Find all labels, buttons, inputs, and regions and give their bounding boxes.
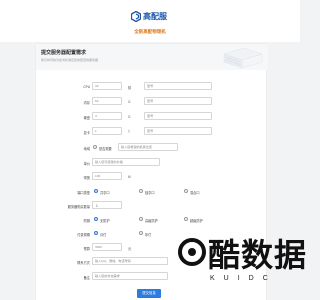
gpu-unit: T xyxy=(128,130,130,134)
brand-logo-icon xyxy=(131,11,141,22)
cpu-model-input[interactable]: 型号 xyxy=(144,82,212,90)
site-header: 高配服 全新高配物理机 xyxy=(0,0,300,42)
protection-option-advanced[interactable] xyxy=(139,217,143,221)
region-label: 地域 xyxy=(83,147,90,151)
gpu-label: 显卡 xyxy=(83,131,90,135)
bandwidth-unit: M xyxy=(128,175,131,179)
memory-unit: G xyxy=(128,100,131,104)
cpu-input[interactable]: 32 xyxy=(92,82,122,90)
count-value: 1 xyxy=(96,203,98,208)
cpu-unit: 核 xyxy=(128,86,132,90)
header-subtitle: 全新高配物理机 xyxy=(134,29,166,34)
disk-input[interactable]: 4 xyxy=(92,112,122,120)
duration-option-yearly-label: 年付 xyxy=(145,232,152,237)
disk-label: 硬盘 xyxy=(83,116,90,120)
disk-unit: G xyxy=(128,115,131,119)
brand-name: 高配服 xyxy=(143,12,167,21)
contact-label: 联系方式 xyxy=(77,261,90,265)
protection-label: 防御 xyxy=(83,219,90,223)
watermark-text: 酷数据 xyxy=(208,237,308,273)
gpu-model-input[interactable]: 型号 xyxy=(144,127,212,135)
card-header: 提交服务器配置需求 我们将尽快为您寻找满足您的配置的服务器 xyxy=(36,44,268,70)
port-type-option-shared-label: 共享口 xyxy=(100,190,110,195)
bandwidth-label: 带宽 xyxy=(83,176,90,180)
protection-row: 防御 无防护 高级防护 超级防护 xyxy=(36,215,268,225)
protection-option-none[interactable] xyxy=(94,217,98,221)
bandwidth-input[interactable]: 100 xyxy=(92,172,122,180)
cpu-label: CPU xyxy=(83,85,90,89)
region-row: 地域 是否需要 输入您希望的机房位置 xyxy=(36,143,268,153)
submit-button[interactable]: 提交信息 xyxy=(137,289,161,298)
price-input[interactable]: 输入您可接受的价格 xyxy=(92,158,160,166)
protection-option-super-label: 超级防护 xyxy=(190,218,203,223)
count-row: 服务器购买数量 1 xyxy=(36,201,268,211)
gpu-input[interactable]: 1 xyxy=(92,127,122,135)
brand-logo[interactable]: 高配服 xyxy=(131,11,167,22)
duration-label: 付费周期 xyxy=(77,233,90,237)
memory-row: 内存 64 G 型号 xyxy=(36,97,268,107)
price-label: 单价 xyxy=(83,162,90,166)
port-type-option-mixed-label: 混合口 xyxy=(190,190,200,195)
port-type-option-dedicated[interactable] xyxy=(139,189,143,193)
region-input[interactable]: 输入您希望的机房位置 xyxy=(118,143,178,151)
region-toggle-label: 是否需要 xyxy=(99,146,112,151)
server-illustration-icon xyxy=(223,47,263,69)
bandwidth-row: 带宽 100 M xyxy=(36,172,268,182)
port-type-option-mixed[interactable] xyxy=(184,189,188,193)
form-description: 我们将尽快为您寻找满足您的配置的服务器 xyxy=(41,58,99,62)
protection-option-super[interactable] xyxy=(184,217,188,221)
gpu-row: 显卡 1 T 型号 xyxy=(36,127,268,137)
memory-label: 内存 xyxy=(83,101,90,105)
memory-input[interactable]: 64 xyxy=(92,97,122,105)
remark-label: 备注 xyxy=(83,276,90,280)
price-row: 单价 输入您可接受的价格 xyxy=(36,158,268,168)
memory-model-input[interactable]: 型号 xyxy=(144,97,212,105)
budget-input[interactable]: 3000 xyxy=(92,243,122,251)
watermark-logo-icon xyxy=(178,238,206,266)
count-label: 服务器购买数量 xyxy=(67,205,90,209)
region-toggle[interactable] xyxy=(93,145,97,149)
watermark-subtext: KUIDC xyxy=(210,275,277,282)
cpu-row: CPU 32 核 型号 xyxy=(36,82,268,92)
disk-row: 硬盘 4 G 型号 xyxy=(36,112,268,122)
remark-input[interactable]: 输入您的补充需求 xyxy=(92,272,168,280)
duration-option-monthly[interactable] xyxy=(94,231,98,235)
form-title: 提交服务器配置需求 xyxy=(41,50,87,56)
protection-option-advanced-label: 高级防护 xyxy=(145,218,158,223)
port-type-row: 端口类型 共享口 独享口 混合口 xyxy=(36,187,268,197)
contact-input[interactable]: 输入QQ、微信、电话号码 xyxy=(92,257,168,265)
duration-option-yearly[interactable] xyxy=(139,231,143,235)
budget-unit: 元 xyxy=(128,247,132,251)
disk-model-input[interactable]: 型号 xyxy=(144,112,212,120)
count-stepper[interactable]: 1 xyxy=(92,201,122,209)
duration-option-monthly-label: 月付 xyxy=(100,232,107,237)
protection-option-none-label: 无防护 xyxy=(100,218,110,223)
port-type-label: 端口类型 xyxy=(77,191,90,195)
port-type-option-dedicated-label: 独享口 xyxy=(145,190,155,195)
port-type-option-shared[interactable] xyxy=(94,189,98,193)
budget-label: 预算 xyxy=(83,247,90,251)
